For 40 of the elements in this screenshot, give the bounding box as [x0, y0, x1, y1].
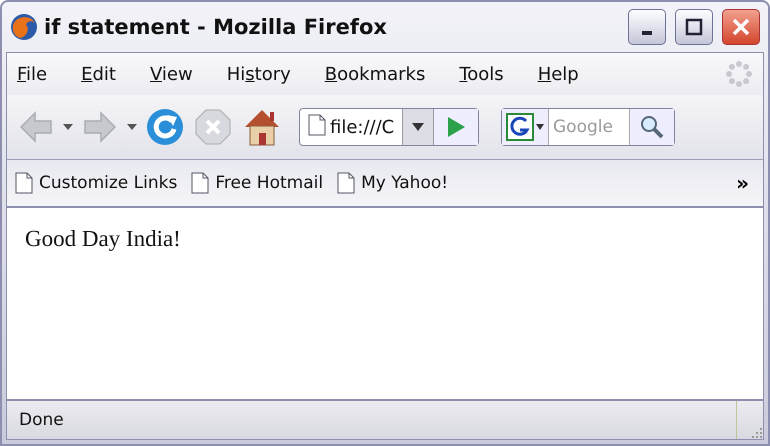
dropdown-caret-icon[interactable] [63, 124, 73, 130]
close-button[interactable] [722, 9, 760, 45]
page-icon [308, 114, 326, 136]
window-title: if statement - Mozilla Firefox [44, 15, 388, 39]
menu-item[interactable]: Help [538, 64, 579, 84]
search-engine-icon [506, 113, 534, 141]
page-text: Good Day India! [25, 226, 181, 251]
menu-item[interactable]: Edit [81, 64, 116, 84]
more-bookmarks-button[interactable]: » [736, 171, 749, 195]
page-icon [337, 172, 356, 194]
resize-grip-icon[interactable] [749, 425, 763, 439]
search-icon [640, 115, 664, 139]
page-icon [191, 172, 210, 194]
bookmark-link[interactable]: Free Hotmail [215, 173, 324, 193]
play-icon [446, 116, 466, 138]
menu-item[interactable]: Bookmarks [324, 64, 426, 84]
throbber-icon [725, 60, 753, 88]
browser-logo-icon [10, 13, 38, 41]
menu-item[interactable]: View [150, 64, 193, 84]
dropdown-caret-icon[interactable] [127, 124, 137, 130]
minimize-icon [642, 31, 652, 35]
reload-icon[interactable] [145, 107, 185, 147]
menu-item[interactable]: File [17, 64, 48, 84]
search-button[interactable] [629, 109, 674, 145]
menu-item[interactable]: History [226, 64, 291, 84]
caret-icon [536, 124, 544, 130]
address-dropdown-button[interactable] [402, 109, 433, 145]
address-text[interactable]: file:///C [326, 116, 402, 138]
bookmark-link[interactable]: My Yahoo! [361, 173, 448, 193]
bookmark-link[interactable]: Customize Links [39, 173, 178, 193]
caret-icon [412, 123, 424, 131]
search-engine-button[interactable] [502, 109, 549, 145]
maximize-icon [685, 18, 703, 36]
page-icon [15, 172, 33, 194]
close-icon [731, 17, 751, 37]
status-text: Done [19, 410, 64, 430]
menu-item[interactable]: Tools [459, 64, 504, 84]
maximize-button[interactable] [675, 9, 713, 45]
minimize-button[interactable] [628, 9, 666, 45]
address-bar[interactable]: file:///C [299, 108, 479, 146]
